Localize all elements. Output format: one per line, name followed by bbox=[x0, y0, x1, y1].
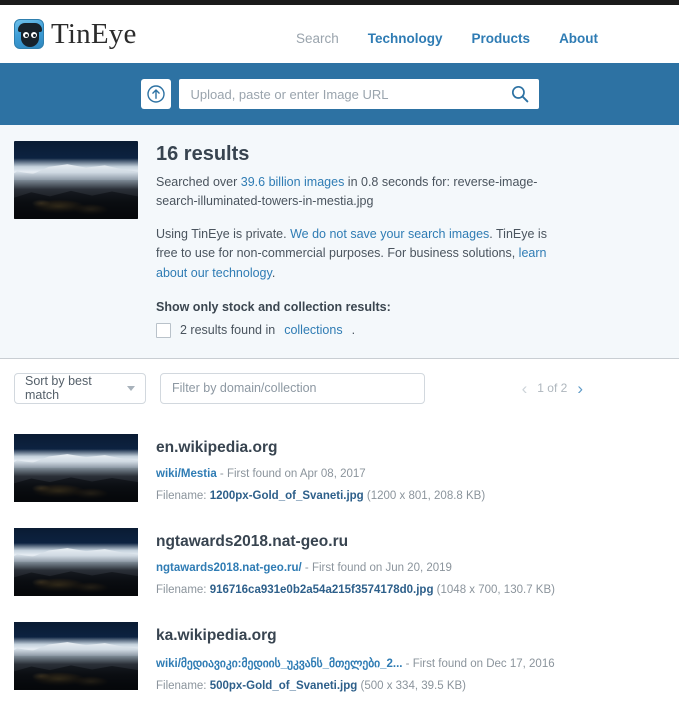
result-path-link[interactable]: wiki/მედიავიკი:მედიის_უკვანს_მთელები_2..… bbox=[156, 658, 402, 670]
stock-filter-row: 2 results found in collections. bbox=[156, 322, 568, 338]
result-row: ngtawards2018.nat-geo.ru ngtawards2018.n… bbox=[14, 518, 665, 612]
result-domain[interactable]: ka.wikipedia.org bbox=[156, 627, 555, 645]
result-path-line: wiki/მედიავიკი:მედიის_უკვანს_მთელები_2..… bbox=[156, 656, 555, 670]
result-file-line: Filename: 500px-Gold_of_Svaneti.jpg (500… bbox=[156, 680, 555, 692]
main-nav: Search Technology Products About bbox=[296, 31, 598, 46]
result-file-line: Filename: 916716ca931e0b2a54a215f3574178… bbox=[156, 584, 555, 596]
search-bar-band bbox=[0, 63, 679, 125]
nav-item-products[interactable]: Products bbox=[472, 31, 531, 46]
stock-results-checkbox[interactable] bbox=[156, 322, 171, 338]
result-domain[interactable]: ngtawards2018.nat-geo.ru bbox=[156, 533, 555, 551]
chevron-left-icon[interactable]: ‹ bbox=[522, 380, 528, 397]
nav-item-about[interactable]: About bbox=[559, 31, 598, 46]
result-first-found: - First found on Dec 17, 2016 bbox=[402, 657, 555, 670]
stock-suffix: . bbox=[351, 323, 356, 338]
result-filename[interactable]: 916716ca931e0b2a54a215f3574178d0.jpg bbox=[210, 584, 434, 596]
collections-link[interactable]: collections bbox=[284, 323, 342, 337]
search-field-wrapper[interactable] bbox=[178, 79, 539, 109]
result-row: ka.wikipedia.org wiki/მედიავიკი:მედიის_უ… bbox=[14, 612, 665, 708]
upload-button[interactable] bbox=[140, 79, 171, 109]
chevron-right-icon[interactable]: › bbox=[577, 380, 583, 397]
sort-dropdown[interactable]: Sort by best match bbox=[14, 372, 146, 404]
query-image-thumbnail[interactable] bbox=[14, 141, 138, 219]
chevron-down-icon bbox=[127, 385, 135, 391]
filename-label: Filename: bbox=[156, 489, 210, 502]
results-count: 16 results bbox=[156, 143, 250, 165]
results-toolbar: Sort by best match ‹ 1 of 2 › bbox=[0, 359, 679, 416]
searched-mid: in 0.8 seconds for: bbox=[344, 175, 454, 189]
result-path-link[interactable]: wiki/Mestia bbox=[156, 468, 217, 480]
brand-logo[interactable]: TinEye bbox=[14, 18, 137, 51]
stock-count-text: 2 results found in bbox=[180, 323, 276, 338]
result-image-thumbnail[interactable] bbox=[14, 433, 138, 502]
result-image-thumbnail[interactable] bbox=[14, 527, 138, 596]
privacy-prefix: Using TinEye is private. bbox=[156, 226, 291, 241]
index-size-link[interactable]: 39.6 billion images bbox=[241, 175, 345, 189]
result-file-meta: (1048 x 700, 130.7 KB) bbox=[433, 583, 555, 596]
page-indicator: 1 of 2 bbox=[537, 381, 568, 396]
brand-name: TinEye bbox=[51, 17, 137, 50]
privacy-line: Using TinEye is private. We do not save … bbox=[156, 225, 568, 283]
pagination: ‹ 1 of 2 › bbox=[522, 380, 583, 397]
site-header: TinEye Search Technology Products About bbox=[0, 5, 679, 63]
privacy-policy-link[interactable]: We do not save your search images bbox=[290, 227, 489, 241]
domain-filter-input[interactable] bbox=[160, 372, 425, 404]
result-filename[interactable]: 500px-Gold_of_Svaneti.jpg bbox=[210, 680, 358, 692]
result-image-thumbnail[interactable] bbox=[14, 621, 138, 690]
magnifier-icon bbox=[511, 85, 528, 103]
result-filename[interactable]: 1200px-Gold_of_Svaneti.jpg bbox=[210, 490, 364, 502]
upload-arrow-icon bbox=[146, 85, 165, 103]
result-first-found: - First found on Apr 08, 2017 bbox=[216, 467, 366, 480]
filename-label: Filename: bbox=[156, 583, 210, 596]
sort-dropdown-label: Sort by best match bbox=[25, 374, 92, 403]
tineye-logo-icon bbox=[14, 19, 44, 49]
results-list: en.wikipedia.org wiki/Mestia - First fou… bbox=[0, 416, 679, 708]
search-input[interactable] bbox=[190, 86, 509, 102]
result-file-meta: (500 x 334, 39.5 KB) bbox=[357, 679, 467, 692]
search-submit-button[interactable] bbox=[509, 83, 531, 105]
nav-item-search[interactable]: Search bbox=[296, 31, 339, 46]
search-summary-panel: 16 results Searched over 39.6 billion im… bbox=[0, 125, 679, 359]
result-row: en.wikipedia.org wiki/Mestia - First fou… bbox=[14, 424, 665, 518]
result-domain[interactable]: en.wikipedia.org bbox=[156, 439, 485, 457]
nav-item-technology[interactable]: Technology bbox=[368, 31, 443, 46]
searched-prefix: Searched over bbox=[156, 175, 241, 189]
result-path-line: ngtawards2018.nat-geo.ru/ - First found … bbox=[156, 562, 555, 574]
search-stats-line: Searched over 39.6 billion images in 0.8… bbox=[156, 173, 568, 212]
result-file-line: Filename: 1200px-Gold_of_Svaneti.jpg (12… bbox=[156, 490, 485, 502]
result-path-link[interactable]: ngtawards2018.nat-geo.ru/ bbox=[156, 562, 302, 574]
result-first-found: - First found on Jun 20, 2019 bbox=[301, 561, 452, 574]
result-file-meta: (1200 x 801, 208.8 KB) bbox=[363, 489, 486, 502]
privacy-suffix: . bbox=[271, 265, 276, 280]
filename-label: Filename: bbox=[156, 679, 210, 692]
result-path-line: wiki/Mestia - First found on Apr 08, 201… bbox=[156, 468, 485, 480]
stock-filter-label: Show only stock and collection results: bbox=[156, 299, 391, 314]
